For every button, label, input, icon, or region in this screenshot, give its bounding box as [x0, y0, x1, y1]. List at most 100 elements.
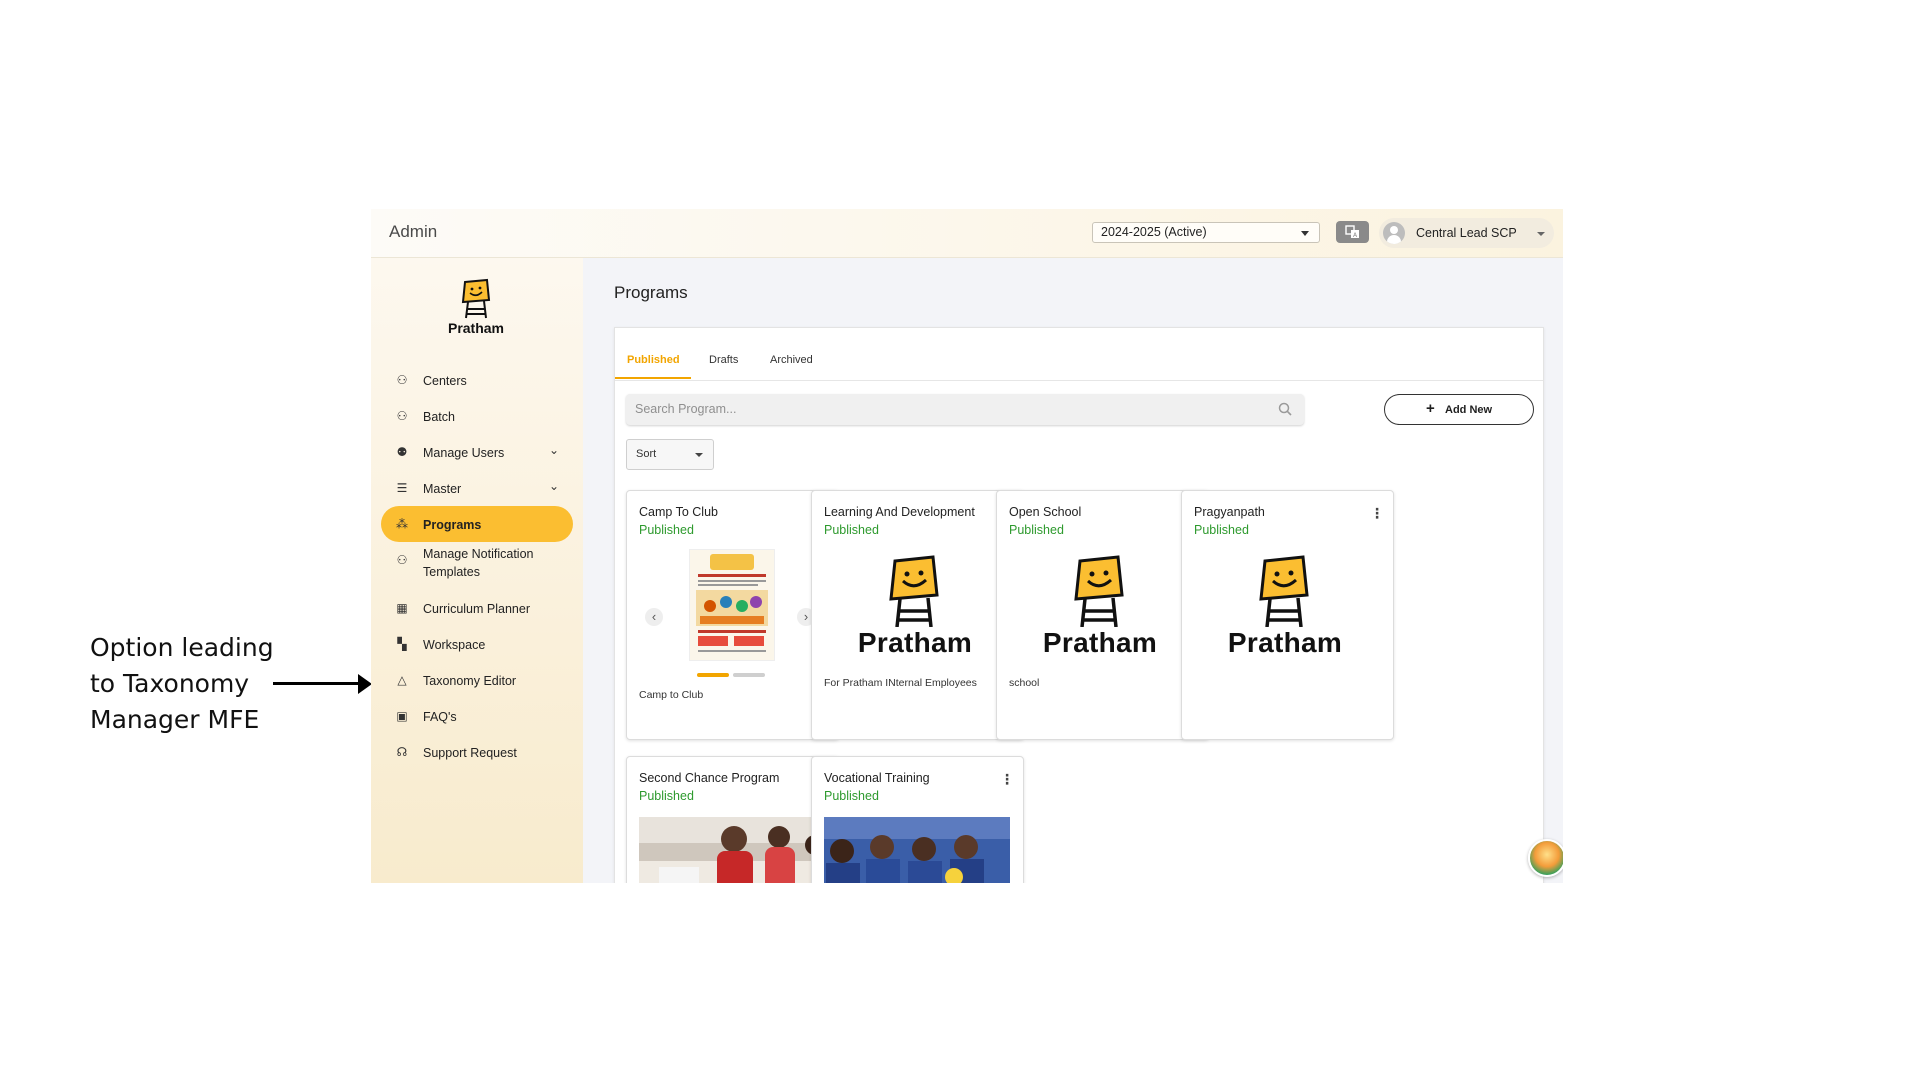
faq-icon: ▣	[396, 709, 408, 723]
pratham-logo-image: Pratham	[1025, 555, 1175, 663]
program-poster-image	[689, 549, 775, 661]
workspace-icon: ▚	[397, 637, 407, 651]
calendar-icon: ▦	[396, 601, 408, 615]
program-description: For Pratham INternal Employees	[824, 677, 977, 689]
program-card-learning-development[interactable]: Learning And Development Published ⋮ Pra…	[811, 490, 1024, 740]
academic-year-value: 2024-2025 (Active)	[1101, 225, 1207, 239]
program-status: Published	[824, 523, 879, 537]
annotation-line-1: Option leading	[90, 633, 274, 662]
more-options-icon[interactable]: ⋮	[1370, 506, 1384, 520]
annotation-arrow-shaft	[273, 682, 361, 685]
admin-app: Admin 2024-2025 (Active) A Central Lead …	[371, 209, 1563, 883]
pratham-wordmark: Pratham	[857, 627, 973, 658]
database-icon: ☰	[396, 481, 408, 495]
tab-archived[interactable]: Archived	[770, 354, 813, 366]
search-input[interactable]: Search Program...	[626, 394, 1304, 425]
more-options-icon[interactable]: ⋮	[1000, 772, 1014, 786]
sidebar-item-label: Batch	[423, 410, 455, 424]
program-name: Camp To Club	[639, 505, 718, 519]
user-menu[interactable]: Central Lead SCP	[1379, 218, 1554, 248]
sidebar-item-label: FAQ's	[423, 710, 457, 724]
add-new-button[interactable]: + Add New	[1384, 394, 1534, 425]
sidebar-item-label: Workspace	[423, 638, 486, 652]
sort-label: Sort	[636, 448, 657, 460]
sidebar-item-label: Master	[423, 482, 462, 496]
sidebar: Pratham ⚇ Centers ⚇ Batch ⚉ Manage Users…	[371, 258, 583, 883]
academic-year-select[interactable]: 2024-2025 (Active)	[1092, 222, 1320, 243]
program-name: Vocational Training	[824, 771, 930, 785]
add-new-label: Add New	[1445, 404, 1493, 416]
sidebar-item-taxonomy-editor[interactable]: △ Taxonomy Editor	[381, 662, 573, 698]
sort-select[interactable]: Sort	[626, 439, 714, 470]
program-status: Published	[824, 789, 879, 803]
language-button[interactable]: A	[1336, 221, 1369, 243]
annotation-line-2: to Taxonomy	[90, 669, 250, 698]
program-card-camp-to-club[interactable]: Camp To Club Published ⋮ ‹	[626, 490, 839, 740]
program-status: Published	[639, 789, 694, 803]
notification-icon: ⚇	[396, 553, 408, 567]
carousel-indicator	[697, 673, 767, 677]
sidebar-item-curriculum-planner[interactable]: ▦ Curriculum Planner	[381, 590, 573, 626]
program-status: Published	[639, 523, 694, 537]
batch-icon: ⚇	[396, 409, 408, 423]
sidebar-item-label: Manage Notification Templates	[423, 547, 534, 579]
page-title: Programs	[614, 283, 688, 302]
program-photo	[639, 817, 825, 883]
program-card-vocational-training[interactable]: Vocational Training Published ⋮	[811, 756, 1024, 883]
program-name: Pragyanpath	[1194, 505, 1265, 519]
search-icon	[1278, 402, 1292, 416]
support-icon: ☊	[396, 745, 408, 759]
annotation-line-3: Manager MFE	[90, 705, 260, 734]
sidebar-item-master[interactable]: ☰ Master ⌄	[381, 470, 573, 506]
program-description: Camp to Club	[639, 689, 704, 701]
center-icon: ⚇	[396, 373, 408, 387]
tab-drafts[interactable]: Drafts	[709, 354, 738, 366]
programs-panel: Published Drafts Archived Search Program…	[614, 327, 1544, 883]
caret-down-icon	[1301, 231, 1309, 236]
sidebar-item-workspace[interactable]: ▚ Workspace	[381, 626, 573, 662]
program-name: Open School	[1009, 505, 1082, 519]
tab-published[interactable]: Published	[627, 354, 680, 366]
sidebar-item-support-request[interactable]: ☊ Support Request	[381, 734, 573, 770]
translate-icon: A	[1345, 225, 1359, 239]
pratham-wordmark: Pratham	[1042, 627, 1158, 658]
program-status: Published	[1009, 523, 1064, 537]
pratham-wordmark: Pratham	[1227, 627, 1343, 658]
sidebar-item-label: Curriculum Planner	[423, 602, 530, 616]
sidebar-item-label: Programs	[423, 518, 482, 532]
program-name: Second Chance Program	[639, 771, 780, 785]
sidebar-item-label: Taxonomy Editor	[423, 674, 517, 688]
pratham-logo-image: Pratham	[840, 555, 990, 663]
search-placeholder: Search Program...	[635, 402, 737, 416]
pratham-logo: Pratham	[431, 276, 521, 336]
program-card-pragyanpath[interactable]: Pragyanpath Published ⋮ Pratham	[1181, 490, 1394, 740]
annotation-arrow-head	[358, 674, 372, 694]
program-card-second-chance[interactable]: Second Chance Program Published ⋮	[626, 756, 839, 883]
annotation-text: Option leading to Taxonomy Manager MFE	[90, 630, 300, 738]
sidebar-item-label: Centers	[423, 374, 467, 388]
program-photo	[824, 817, 1010, 883]
sidebar-item-faq[interactable]: ▣ FAQ's	[381, 698, 573, 734]
plus-icon: +	[1426, 400, 1435, 417]
carousel-prev-button[interactable]: ‹	[645, 608, 663, 626]
sidebar-item-label: Support Request	[423, 746, 517, 760]
users-icon: ⚉	[396, 445, 408, 459]
program-card-open-school[interactable]: Open School Published ⋮ Pratham school	[996, 490, 1209, 740]
sidebar-item-notification-templates[interactable]: ⚇ Manage Notification Templates	[381, 542, 573, 579]
program-description: school	[1009, 677, 1040, 689]
pratham-logo-image: Pratham	[1210, 555, 1360, 663]
chevron-down-icon: ⌄	[548, 443, 559, 457]
sidebar-item-programs[interactable]: ⁂ Programs	[381, 506, 573, 542]
sidebar-item-manage-users[interactable]: ⚉ Manage Users ⌄	[381, 434, 573, 470]
caret-down-icon	[1537, 232, 1545, 236]
program-status: Published	[1194, 523, 1249, 537]
app-title: Admin	[389, 222, 438, 241]
pratham-mascot-icon	[461, 278, 491, 319]
active-tab-indicator	[615, 377, 691, 379]
chatbot-fab[interactable]	[1528, 839, 1563, 877]
tab-bar: Published Drafts Archived	[615, 328, 1543, 381]
sidebar-item-batch[interactable]: ⚇ Batch	[381, 398, 573, 434]
user-name: Central Lead SCP	[1416, 226, 1517, 240]
caret-down-icon	[695, 453, 703, 457]
sidebar-item-centers[interactable]: ⚇ Centers	[381, 362, 573, 398]
